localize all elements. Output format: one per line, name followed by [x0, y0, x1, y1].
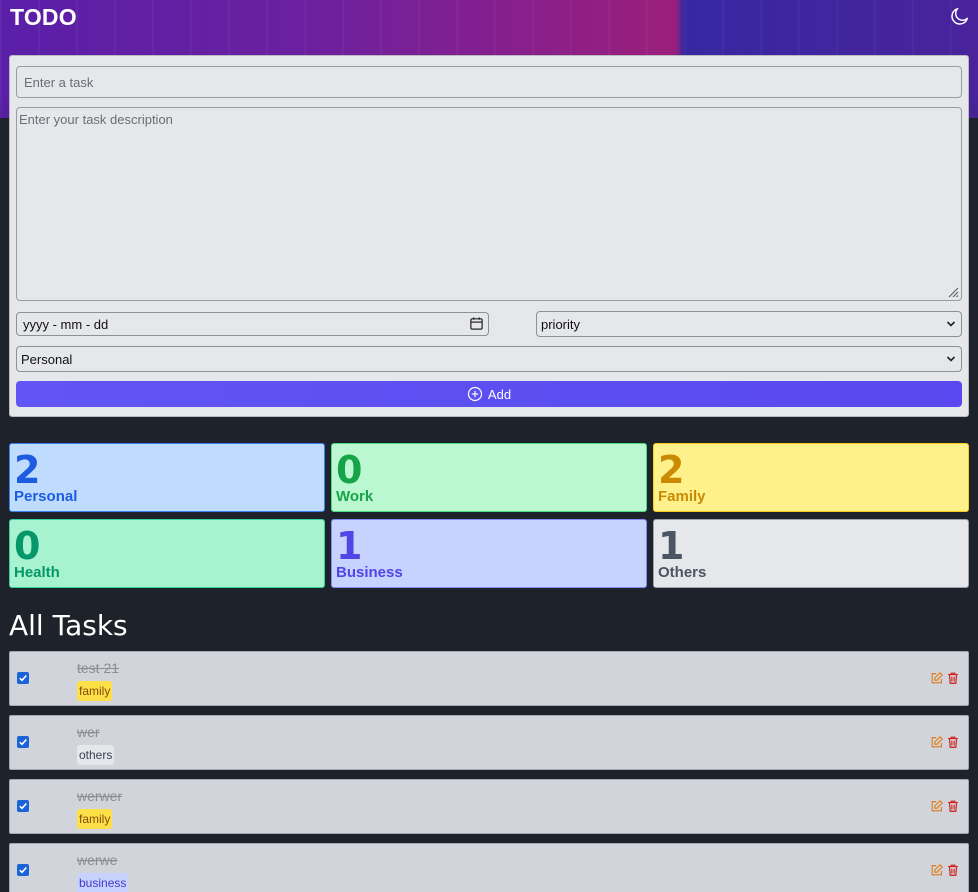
category-label: Others: [658, 564, 707, 581]
priority-select[interactable]: priority: [536, 311, 962, 337]
edit-icon[interactable]: [930, 799, 944, 813]
calendar-icon[interactable]: [469, 316, 484, 331]
category-card-personal[interactable]: 2 Personal: [9, 443, 325, 512]
task-description-input[interactable]: [16, 107, 962, 301]
task-row: wer others: [9, 715, 969, 770]
category-label: Work: [336, 488, 374, 505]
checkbox-checked-icon: [19, 675, 27, 682]
task-category-tag: family: [77, 809, 113, 829]
category-label: Health: [14, 564, 60, 581]
category-select[interactable]: Personal: [16, 346, 962, 372]
trash-icon[interactable]: [946, 863, 960, 877]
checkbox-checked-icon: [19, 803, 27, 810]
category-count: 1: [336, 524, 363, 568]
task-title: test 21: [77, 660, 120, 676]
task-title: wer: [77, 724, 100, 740]
category-count: 2: [14, 448, 41, 492]
category-value: Personal: [21, 352, 73, 367]
task-row: werwe business: [9, 843, 969, 892]
add-task-button[interactable]: Add: [16, 381, 962, 407]
category-card-health[interactable]: 0 Health: [9, 519, 325, 588]
edit-icon[interactable]: [930, 735, 944, 749]
add-button-label: Add: [487, 386, 512, 402]
trash-icon[interactable]: [946, 671, 960, 685]
task-checkbox[interactable]: [17, 864, 29, 876]
moon-icon[interactable]: [949, 5, 971, 27]
task-checkbox[interactable]: [17, 800, 29, 812]
category-card-others[interactable]: 1 Others: [653, 519, 969, 588]
trash-icon[interactable]: [946, 799, 960, 813]
task-checkbox[interactable]: [17, 672, 29, 684]
task-row: werwer family: [9, 779, 969, 834]
category-card-work[interactable]: 0 Work: [331, 443, 647, 512]
checkbox-checked-icon: [19, 739, 27, 746]
task-form: yyyy - mm - dd priority Personal Add: [9, 55, 969, 417]
category-card-family[interactable]: 2 Family: [653, 443, 969, 512]
category-count: 2: [658, 448, 685, 492]
task-category-tag: others: [77, 745, 115, 765]
category-count: 1: [658, 524, 685, 568]
chevron-down-icon: [946, 321, 956, 327]
plus-circle-icon: [467, 386, 483, 402]
date-placeholder: yyyy - mm - dd: [23, 317, 109, 332]
trash-icon[interactable]: [946, 735, 960, 749]
task-title-input[interactable]: [16, 66, 962, 98]
chevron-down-icon: [946, 356, 956, 362]
app-title: TODO: [10, 4, 77, 30]
edit-icon[interactable]: [930, 671, 944, 685]
task-title: werwe: [77, 852, 118, 868]
due-date-input[interactable]: yyyy - mm - dd: [16, 312, 489, 336]
task-checkbox[interactable]: [17, 736, 29, 748]
task-category-tag: business: [77, 873, 129, 892]
task-title: werwer: [77, 788, 123, 804]
resize-grip-icon[interactable]: [947, 286, 959, 298]
category-count: 0: [14, 524, 41, 568]
category-label: Personal: [14, 488, 78, 505]
edit-icon[interactable]: [930, 863, 944, 877]
category-label: Business: [336, 564, 403, 581]
checkbox-checked-icon: [19, 867, 27, 874]
category-label: Family: [658, 488, 706, 505]
category-card-business[interactable]: 1 Business: [331, 519, 647, 588]
all-tasks-heading: All Tasks: [9, 609, 128, 642]
task-row: test 21 family: [9, 651, 969, 706]
category-count: 0: [336, 448, 363, 492]
task-category-tag: family: [77, 681, 113, 701]
priority-value: priority: [541, 317, 581, 332]
